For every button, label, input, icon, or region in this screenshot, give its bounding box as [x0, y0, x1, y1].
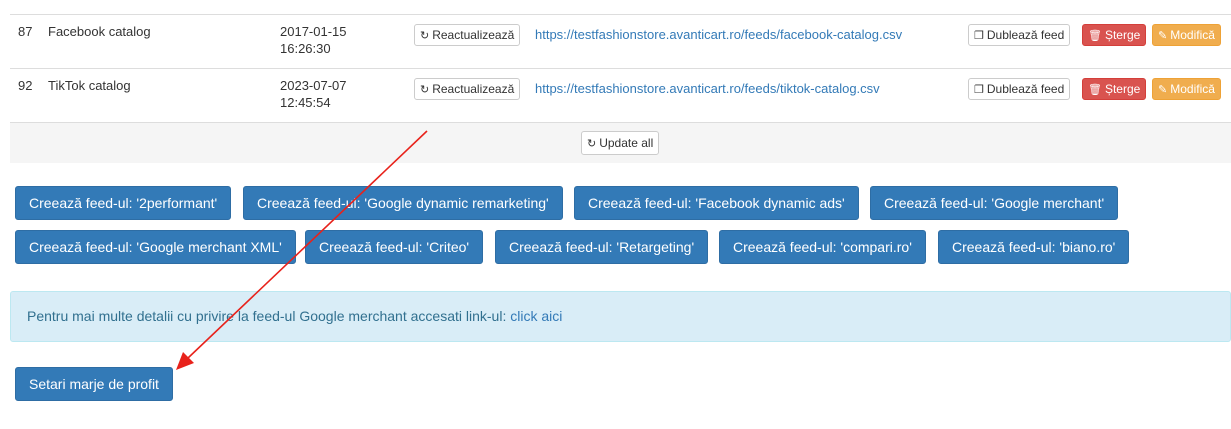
- annotation-arrow: [176, 130, 428, 370]
- annotation-arrow-line: [187, 130, 428, 359]
